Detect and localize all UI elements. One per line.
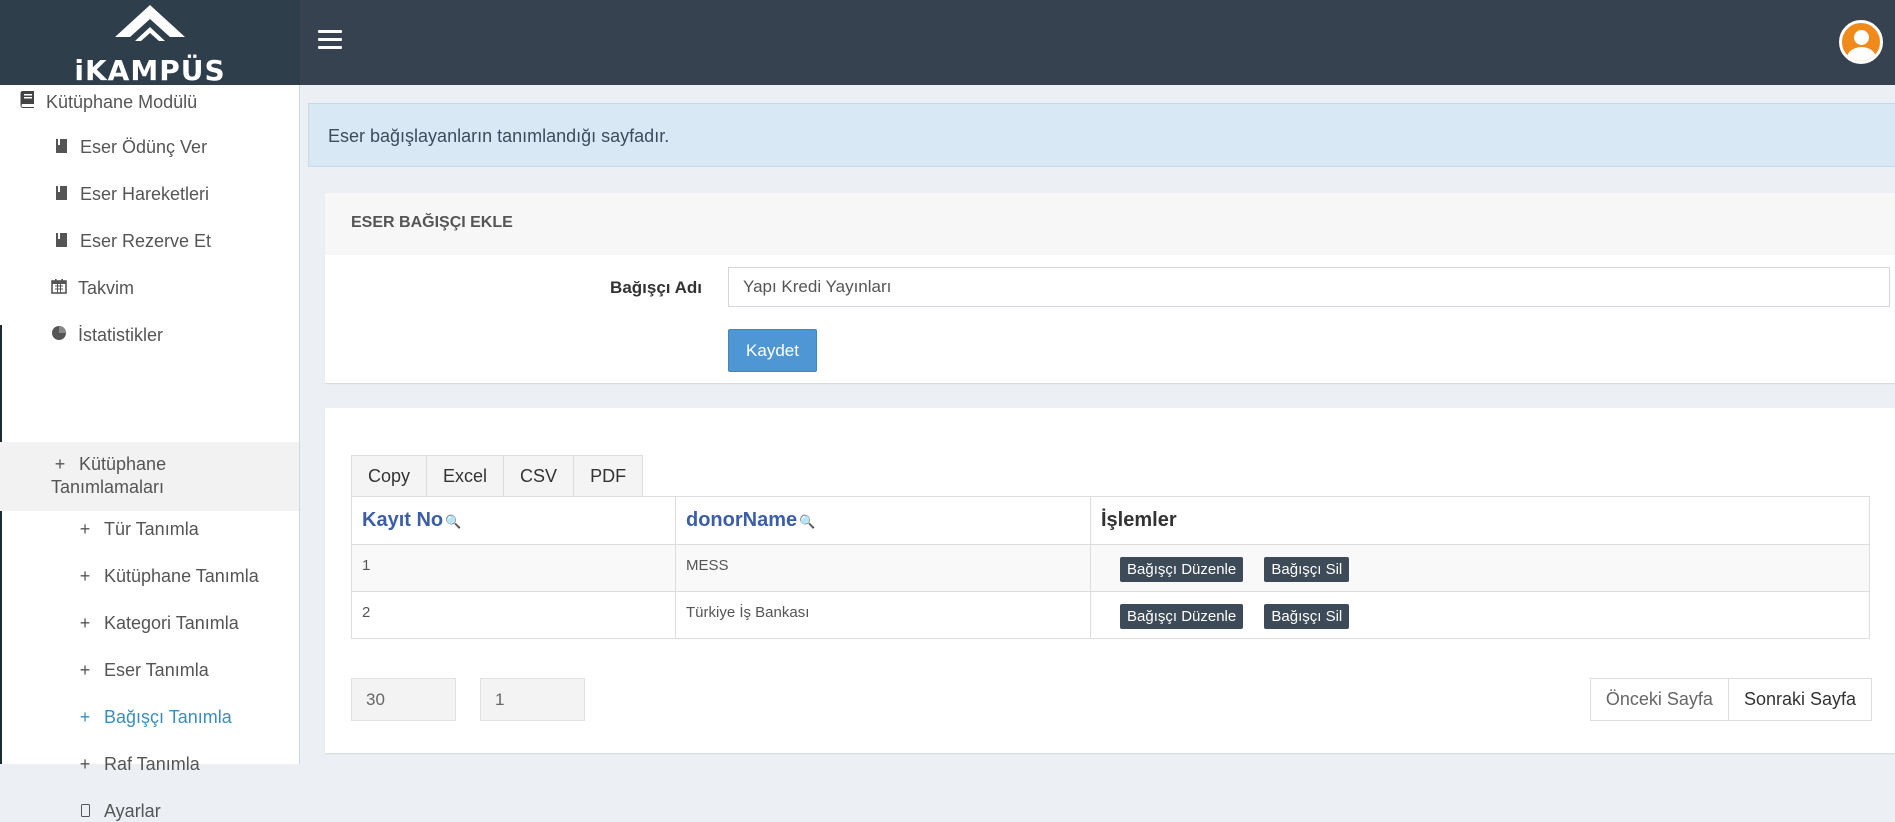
donor-table-box: Copy Excel CSV PDF Kayıt No 🔍 donorName 🔍 … (325, 408, 1895, 753)
column-header-label: donorName (686, 509, 798, 531)
sidebar-item-label: Tür Tanımla (104, 519, 199, 539)
excel-button[interactable]: Excel (426, 455, 505, 497)
export-button-group: Copy Excel CSV PDF (351, 455, 644, 497)
info-callout: Eser bağışlayanların tanımlandığı sayfad… (308, 103, 1895, 167)
book-icon (18, 90, 36, 111)
sidebar-item-label: Eser Rezerve Et (80, 231, 212, 251)
donor-name-label: Bağışçı Adı (610, 278, 702, 297)
donor-name-input[interactable] (728, 267, 1890, 307)
plus-icon: + (79, 660, 91, 680)
add-donor-box: ESER BAĞIŞÇI EKLE Bağışçı Adı Kaydet (325, 193, 1895, 383)
logo-area[interactable]: iKAMPÜS (0, 0, 300, 87)
sidebar-item-label: İstatistikler (78, 325, 164, 345)
sidebar-item-eser-rezerve-et[interactable]: Eser Rezerve Et (52, 231, 351, 252)
delete-donor-button[interactable]: Bağışçı Sil (1264, 604, 1350, 629)
top-navbar (300, 0, 1895, 85)
bookmark-icon (52, 233, 70, 250)
cell-donor-name: Türkiye İş Bankası (675, 591, 1091, 639)
cell-donor-name: MESS (675, 544, 1091, 592)
column-header-label: Kayıt No (362, 509, 444, 531)
plus-icon: + (79, 566, 91, 586)
csv-button[interactable]: CSV (503, 455, 575, 497)
sidebar-item-ayarlar[interactable]: Ayarlar (76, 801, 375, 822)
callout-text: Eser bağışlayanların tanımlandığı sayfad… (328, 126, 670, 146)
group-label-line1: Kütüphane (79, 454, 167, 474)
edit-donor-button[interactable]: Bağışçı Düzenle (1120, 557, 1244, 582)
table-header-row: Kayıt No 🔍 donorName 🔍 İşlemler (351, 496, 1870, 545)
sidebar-item-eser-odunc-ver[interactable]: Eser Ödünç Ver (52, 137, 351, 158)
plus-icon: + (79, 754, 91, 774)
sidebar-module-label: Kütüphane Modülü (46, 92, 198, 112)
sidebar-item-label: Kütüphane Tanımla (104, 566, 259, 586)
bookmark-icon (52, 139, 70, 156)
sidebar-item-raf-tanimla[interactable]: + Raf Tanımla (76, 754, 375, 775)
plus-icon: + (54, 454, 66, 474)
logo-icon (115, 5, 185, 41)
save-button[interactable]: Kaydet (728, 329, 817, 372)
page-size-input[interactable] (351, 678, 456, 721)
bookmark-icon (52, 186, 70, 203)
cell-id: 2 (351, 591, 676, 639)
edit-donor-button[interactable]: Bağışçı Düzenle (1120, 604, 1244, 629)
column-header-donorname[interactable]: donorName 🔍 (675, 496, 1091, 545)
column-header-kayit-no[interactable]: Kayıt No 🔍 (351, 496, 676, 545)
sidebar-item-label: Eser Ödünç Ver (80, 137, 208, 157)
search-icon: 🔍 (445, 514, 462, 529)
box-header: ESER BAĞIŞÇI EKLE (325, 193, 1895, 255)
sidebar-item-label: Raf Tanımla (104, 754, 200, 774)
next-page-button[interactable]: Sonraki Sayfa (1727, 678, 1872, 721)
hamburger-icon[interactable] (318, 30, 342, 52)
sidebar-edge (0, 325, 2, 764)
box-title: ESER BAĞIŞÇI EKLE (351, 214, 513, 231)
sidebar-item-eser-hareketleri[interactable]: Eser Hareketleri (52, 184, 351, 205)
column-header-islemler: İşlemler (1090, 496, 1870, 545)
copy-button[interactable]: Copy (351, 455, 428, 497)
cell-actions: Bağışçı Düzenle Bağışçı Sil (1090, 591, 1870, 639)
sidebar-item-label: Kategori Tanımla (104, 613, 239, 633)
pdf-button[interactable]: PDF (573, 455, 644, 497)
plus-icon: + (79, 707, 91, 727)
table-row: 1 MESS Bağışçı Düzenle Bağışçı Sil (351, 544, 1870, 592)
pagination: Önceki Sayfa Sonraki Sayfa (1589, 678, 1872, 721)
plus-icon: + (79, 519, 91, 539)
previous-page-button[interactable]: Önceki Sayfa (1589, 678, 1729, 721)
sidebar-item-label: Ayarlar (104, 801, 161, 821)
table-row: 2 Türkiye İş Bankası Bağışçı Düzenle Bağ… (351, 591, 1870, 639)
mobile-icon (76, 804, 94, 820)
sidebar-item-istatistikler[interactable]: İstatistikler (50, 325, 349, 346)
page-number-input[interactable] (480, 678, 585, 721)
sidebar-item-label: Bağışçı Tanımla (104, 707, 232, 727)
sidebar-item-takvim[interactable]: Takvim (50, 278, 349, 299)
plus-icon: + (79, 613, 91, 633)
sidebar-group-label: + Kütüphane Tanımlamaları (51, 453, 350, 499)
search-icon: 🔍 (799, 514, 816, 529)
donor-table: Kayıt No 🔍 donorName 🔍 İşlemler 1 MESS Bağ… (351, 496, 1870, 639)
cell-actions: Bağışçı Düzenle Bağışçı Sil (1090, 544, 1870, 592)
cell-id: 1 (351, 544, 676, 592)
group-label-line2: Tanımlamaları (51, 477, 165, 497)
user-avatar-icon[interactable] (1839, 20, 1883, 64)
sidebar-item-label: Eser Hareketleri (80, 184, 210, 204)
sidebar-item-label: Takvim (78, 278, 135, 298)
pie-chart-icon (50, 325, 68, 344)
sidebar-item-label: Eser Tanımla (104, 660, 209, 680)
sidebar-module-kutuphane[interactable]: Kütüphane Modülü (18, 90, 317, 113)
sidebar-group-kutuphane-tanimlamalari[interactable]: + Kütüphane Tanımlamaları (0, 442, 299, 511)
sidebar: Kütüphane Modülü Eser Ödünç Ver Eser Har… (0, 85, 300, 821)
delete-donor-button[interactable]: Bağışçı Sil (1264, 557, 1350, 582)
logo-text: iKAMPÜS (74, 54, 226, 87)
calendar-icon (50, 278, 68, 297)
